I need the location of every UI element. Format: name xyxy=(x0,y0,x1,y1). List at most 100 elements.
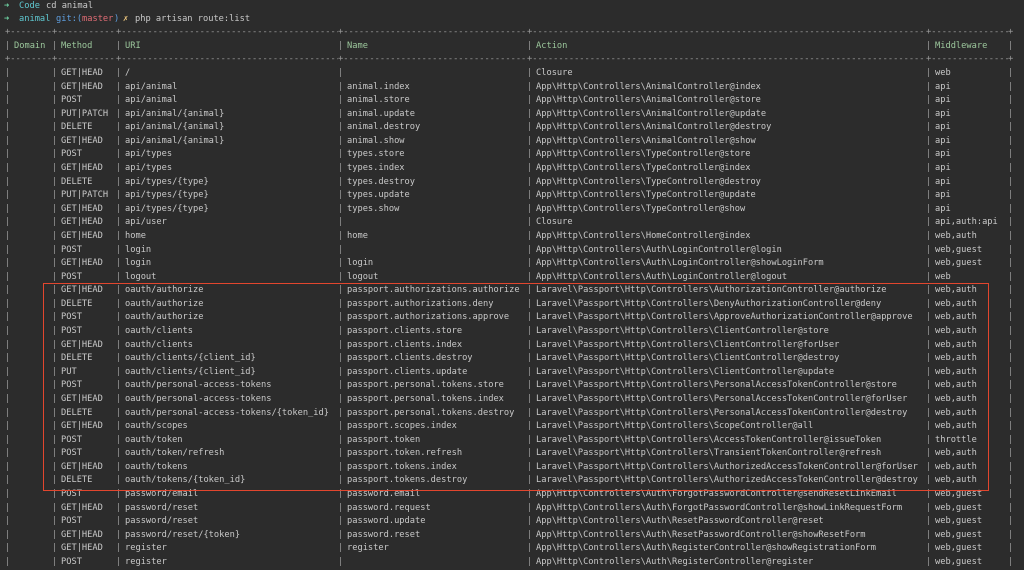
column-separator: | xyxy=(527,448,533,459)
cell-middleware: web,auth xyxy=(935,285,977,296)
column-separator: | xyxy=(527,339,533,350)
column-separator: | xyxy=(338,488,344,499)
cell-name: animal.update xyxy=(347,108,415,119)
header-action: Action xyxy=(536,41,568,51)
column-separator: | xyxy=(116,271,122,282)
border-segment: +-- xyxy=(1008,54,1014,64)
cell-method: GET|HEAD xyxy=(61,502,103,513)
table-row: | | POST | password/email | password.email | App… xyxy=(0,488,1024,501)
column-separator: | xyxy=(5,529,11,540)
column-separator: | xyxy=(5,516,11,527)
cell-middleware: web xyxy=(935,68,951,78)
column-separator: | xyxy=(926,488,932,499)
cell-method: POST xyxy=(61,434,82,445)
cell-method: POST xyxy=(61,95,82,106)
column-separator: | xyxy=(116,393,122,404)
column-separator: | xyxy=(116,108,122,119)
git-branch: master xyxy=(82,14,114,24)
cell-middleware: api xyxy=(935,163,951,174)
cell-name: password.reset xyxy=(347,529,421,540)
border-segment: +---------- xyxy=(5,27,52,37)
column-separator: | xyxy=(1008,380,1014,391)
cell-middleware: web,guest xyxy=(935,556,983,567)
column-separator: | xyxy=(1008,176,1014,187)
column-separator: | xyxy=(5,95,11,106)
column-separator: | xyxy=(1008,163,1014,174)
cell-name: animal.show xyxy=(347,135,405,146)
column-separator: | xyxy=(926,543,932,554)
column-separator: | xyxy=(1008,258,1014,269)
column-separator: | xyxy=(527,271,533,282)
column-separator: | xyxy=(926,217,932,228)
cell-name: animal.index xyxy=(347,81,410,92)
column-separator: | xyxy=(116,298,122,309)
column-separator: | xyxy=(926,312,932,323)
cell-uri: oauth/authorize xyxy=(125,312,204,323)
column-separator: | xyxy=(52,41,58,51)
cell-method: POST xyxy=(61,149,82,160)
cell-method: GET|HEAD xyxy=(61,421,103,432)
column-separator: | xyxy=(116,258,122,269)
column-separator: | xyxy=(5,285,11,296)
column-separator: | xyxy=(527,81,533,92)
cell-name: password.update xyxy=(347,516,426,527)
cell-uri: oauth/clients xyxy=(125,326,193,337)
cell-uri: oauth/personal-access-tokens xyxy=(125,380,272,391)
prompt-line-2: ➜ animal git:( master ) ✗ php artisan ro… xyxy=(0,13,1024,26)
header-middleware: Middleware xyxy=(935,41,988,51)
column-separator: | xyxy=(52,448,58,459)
cell-uri: home xyxy=(125,230,146,241)
cell-action: Laravel\Passport\Http\Controllers\Transi… xyxy=(536,448,882,459)
table-row: | | POST | logout | logout | App\Http\Controller… xyxy=(0,271,1024,284)
column-separator: | xyxy=(338,163,344,174)
git-prefix: git:( xyxy=(56,14,83,24)
column-separator: | xyxy=(1008,285,1014,296)
column-separator: | xyxy=(116,285,122,296)
column-separator: | xyxy=(5,380,11,391)
cell-uri: password/reset xyxy=(125,502,199,513)
table-row: | | GET|HEAD | / | | Closure | web | xyxy=(0,67,1024,80)
cell-method: POST xyxy=(61,271,82,282)
cell-method: DELETE xyxy=(61,176,93,187)
column-separator: | xyxy=(527,108,533,119)
column-separator: | xyxy=(5,407,11,418)
column-separator: | xyxy=(5,448,11,459)
column-separator: | xyxy=(338,68,344,78)
column-separator: | xyxy=(116,366,122,377)
cell-action: App\Http\Controllers\Auth\ResetPasswordC… xyxy=(536,529,866,540)
cell-middleware: api xyxy=(935,190,951,201)
column-separator: | xyxy=(5,108,11,119)
column-separator: | xyxy=(926,108,932,119)
column-separator: | xyxy=(1008,475,1014,486)
column-separator: | xyxy=(527,312,533,323)
column-separator: | xyxy=(5,461,11,472)
column-separator: | xyxy=(926,135,932,146)
column-separator: | xyxy=(5,163,11,174)
column-separator: | xyxy=(338,502,344,513)
column-separator: | xyxy=(527,95,533,106)
prompt-directory: animal xyxy=(19,14,51,24)
column-separator: | xyxy=(926,271,932,282)
border-segment: +---------------------------------------… xyxy=(116,27,338,37)
column-separator: | xyxy=(116,95,122,106)
cell-method: GET|HEAD xyxy=(61,258,103,269)
column-separator: | xyxy=(338,217,344,228)
column-separator: | xyxy=(5,203,11,214)
cell-name: passport.personal.tokens.index xyxy=(347,393,504,404)
column-separator: | xyxy=(5,190,11,201)
column-separator: | xyxy=(338,448,344,459)
cell-uri: api/types/{type} xyxy=(125,190,209,201)
column-separator: | xyxy=(5,312,11,323)
cell-action: App\Http\Controllers\Auth\LoginControlle… xyxy=(536,244,782,255)
cell-middleware: web,guest xyxy=(935,516,983,527)
column-separator: | xyxy=(338,135,344,146)
cell-uri: oauth/authorize xyxy=(125,285,204,296)
cell-middleware: web,auth xyxy=(935,353,977,364)
column-separator: | xyxy=(926,298,932,309)
column-separator: | xyxy=(5,556,11,567)
column-separator: | xyxy=(1008,271,1014,282)
column-separator: | xyxy=(1008,393,1014,404)
cell-middleware: api xyxy=(935,95,951,106)
table-border: +----------+-------------+--------------… xyxy=(0,53,1024,66)
column-separator: | xyxy=(116,488,122,499)
